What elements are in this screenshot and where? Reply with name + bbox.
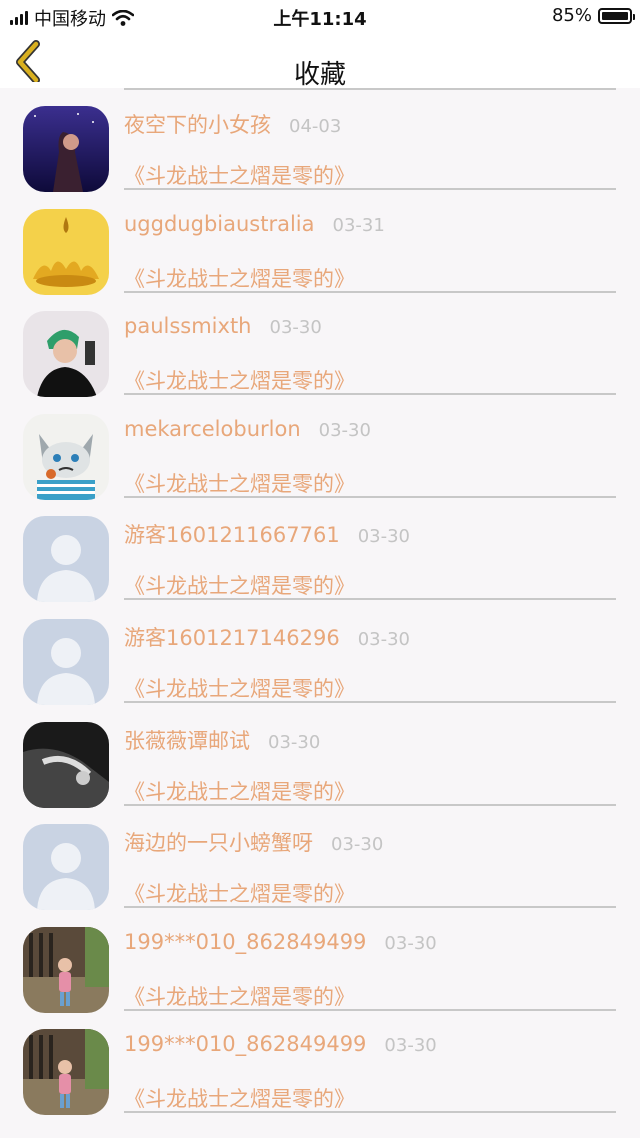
list-item[interactable]: uggdugbiaustralia 03-31 《斗龙战士之熠是零的》 — [0, 191, 640, 295]
item-date: 03-30 — [384, 932, 437, 954]
page-title: 收藏 — [293, 60, 346, 90]
avatar[interactable] — [23, 824, 109, 911]
avatar[interactable] — [23, 721, 109, 808]
item-header: mekarceloburlon 03-30 — [124, 417, 371, 441]
status-time: 上午11:14 — [273, 9, 367, 30]
work-title[interactable]: 《斗龙战士之熠是零的》 — [124, 365, 355, 395]
item-date: 03-30 — [318, 419, 371, 441]
work-title[interactable]: 《斗龙战士之熠是零的》 — [124, 878, 355, 908]
user-name[interactable]: 199***010_862849499 — [124, 1032, 366, 1056]
list-item[interactable]: 游客1601211667761 03-30 《斗龙战士之熠是零的》 — [0, 498, 640, 603]
list-item[interactable]: 199***010_862849499 03-30 《斗龙战士之熠是零的》 — [0, 909, 640, 1013]
favorites-list: 夜空下的小女孩 04-03 《斗龙战士之熠是零的》 uggdugbiaustralia… — [0, 88, 640, 1116]
user-name[interactable]: 张薇薇谭邮试 — [124, 725, 250, 755]
work-title[interactable]: 《斗龙战士之熠是零的》 — [124, 776, 355, 806]
avatar[interactable] — [23, 106, 109, 192]
list-item[interactable]: mekarceloburlon 03-30 《斗龙战士之熠是零的》 — [0, 396, 640, 500]
work-title[interactable]: 《斗龙战士之熠是零的》 — [124, 1083, 355, 1113]
user-name[interactable]: 游客1601211667761 — [124, 519, 340, 549]
list-item[interactable]: 张薇薇谭邮试 03-30 《斗龙战士之熠是零的》 — [0, 704, 640, 808]
item-date: 03-30 — [357, 526, 411, 548]
avatar[interactable] — [23, 516, 109, 603]
work-title[interactable]: 《斗龙战士之熠是零的》 — [124, 981, 355, 1011]
battery-percent: 85% — [551, 5, 592, 26]
work-title[interactable]: 《斗龙战士之熠是零的》 — [124, 263, 355, 293]
user-name[interactable]: 夜空下的小女孩 — [124, 109, 271, 139]
list-item[interactable]: 夜空下的小女孩 04-03 《斗龙战士之熠是零的》 — [0, 88, 640, 192]
work-title[interactable]: 《斗龙战士之熠是零的》 — [124, 673, 355, 703]
battery-icon — [598, 7, 635, 24]
user-name[interactable]: uggdugbiaustralia — [124, 212, 315, 236]
item-header: 张薇薇谭邮试 03-30 — [124, 725, 320, 755]
navigation-bar: 收藏 — [0, 32, 640, 90]
user-name[interactable]: 海边的一只小螃蟹呀 — [124, 827, 313, 857]
work-title[interactable]: 《斗龙战士之熠是零的》 — [124, 160, 355, 190]
divider — [124, 1111, 616, 1114]
user-name[interactable]: paulssmixth — [124, 314, 252, 338]
list-item[interactable]: 游客1601217146296 03-30 《斗龙战士之熠是零的》 — [0, 601, 640, 705]
list-item[interactable]: paulssmixth 03-30 《斗龙战士之熠是零的》 — [0, 293, 640, 398]
item-date: 03-30 — [331, 834, 384, 856]
list-item[interactable]: 海边的一只小螃蟹呀 03-30 《斗龙战士之熠是零的》 — [0, 806, 640, 911]
item-date: 03-30 — [357, 628, 411, 650]
work-title[interactable]: 《斗龙战士之熠是零的》 — [124, 570, 355, 600]
user-name[interactable]: 199***010_862849499 — [124, 930, 366, 954]
user-name[interactable]: 游客1601217146296 — [124, 622, 340, 652]
item-header: uggdugbiaustralia 03-31 — [124, 212, 385, 236]
avatar[interactable] — [23, 311, 109, 398]
list-item[interactable]: 199***010_862849499 03-30 《斗龙战士之熠是零的》 — [0, 1011, 640, 1116]
work-title[interactable]: 《斗龙战士之熠是零的》 — [124, 468, 355, 498]
item-date: 03-30 — [269, 317, 322, 339]
item-header: 199***010_862849499 03-30 — [124, 1032, 437, 1056]
item-header: 夜空下的小女孩 04-03 — [124, 109, 341, 139]
avatar[interactable] — [23, 1029, 109, 1116]
item-header: paulssmixth 03-30 — [124, 314, 322, 338]
avatar[interactable] — [23, 618, 109, 705]
status-right: 85% — [551, 5, 635, 26]
item-header: 海边的一只小螃蟹呀 03-30 — [124, 827, 383, 857]
avatar[interactable] — [23, 208, 109, 295]
item-header: 游客1601211667761 03-30 — [124, 519, 410, 549]
item-date: 03-31 — [332, 214, 385, 236]
user-name[interactable]: mekarceloburlon — [124, 417, 301, 441]
avatar[interactable] — [23, 926, 109, 1013]
item-date: 03-30 — [384, 1035, 437, 1057]
status-bar: 中国移动 上午11:14 85% — [0, 0, 640, 32]
avatar[interactable] — [23, 413, 109, 500]
item-date: 03-30 — [268, 731, 321, 753]
item-header: 199***010_862849499 03-30 — [124, 930, 437, 954]
item-date: 04-03 — [289, 116, 342, 137]
item-header: 游客1601217146296 03-30 — [124, 622, 410, 652]
